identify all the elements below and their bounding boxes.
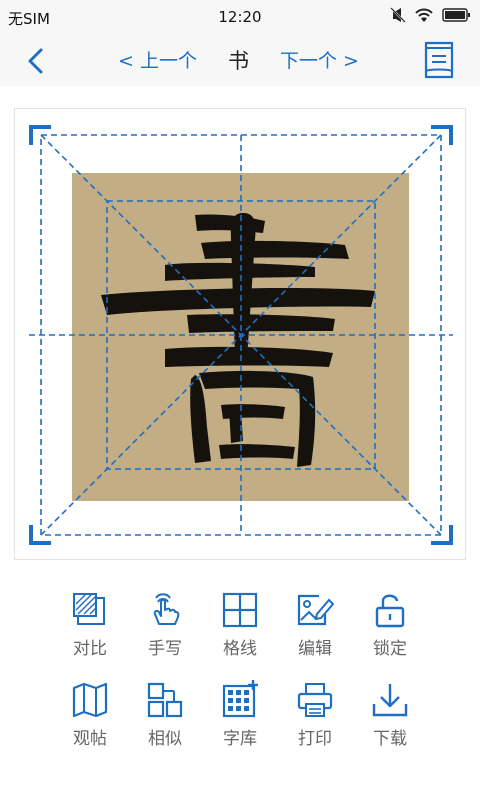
status-icons bbox=[390, 7, 472, 23]
lock-button[interactable]: 锁定 bbox=[358, 590, 422, 659]
view-copybook-button[interactable]: 观帖 bbox=[58, 680, 122, 749]
gridline-label: 格线 bbox=[223, 639, 257, 659]
similar-icon bbox=[147, 682, 183, 718]
download-icon bbox=[372, 684, 408, 717]
lock-icon bbox=[375, 594, 405, 628]
status-bar: 无SIM 12:20 bbox=[0, 0, 480, 34]
character-title: 书 bbox=[228, 49, 249, 73]
char-library-icon bbox=[222, 680, 258, 718]
prev-button[interactable]: < 上一个 bbox=[118, 46, 197, 73]
character-grid bbox=[29, 125, 453, 545]
compare-label: 对比 bbox=[73, 639, 107, 659]
battery-icon bbox=[442, 8, 470, 22]
map-icon bbox=[72, 682, 108, 718]
wifi-icon bbox=[415, 8, 433, 22]
back-icon[interactable] bbox=[20, 44, 54, 78]
char-library-button[interactable]: 字库 bbox=[208, 680, 272, 749]
copybook-icon[interactable] bbox=[422, 40, 456, 80]
edit-label: 编辑 bbox=[298, 639, 332, 659]
download-label: 下载 bbox=[373, 729, 407, 749]
compare-icon bbox=[73, 593, 105, 625]
vibrate-mute-icon bbox=[390, 7, 406, 23]
handwrite-label: 手写 bbox=[148, 639, 182, 659]
print-label: 打印 bbox=[298, 729, 332, 749]
view-copybook-label: 观帖 bbox=[73, 729, 107, 749]
grid-icon bbox=[222, 592, 258, 628]
compare-button[interactable]: 对比 bbox=[58, 590, 122, 659]
handwrite-button[interactable]: 手写 bbox=[133, 590, 197, 659]
calligraphy-canvas[interactable] bbox=[14, 108, 466, 560]
edit-button[interactable]: 编辑 bbox=[283, 590, 347, 659]
edit-image-icon bbox=[297, 594, 335, 626]
similar-button[interactable]: 相似 bbox=[133, 680, 197, 749]
nav-bar: < 上一个 书 下一个 > bbox=[0, 34, 480, 86]
print-button[interactable]: 打印 bbox=[283, 680, 347, 749]
lock-label: 锁定 bbox=[373, 639, 407, 659]
download-button[interactable]: 下载 bbox=[358, 680, 422, 749]
handwrite-icon bbox=[153, 593, 180, 625]
char-library-label: 字库 bbox=[223, 729, 257, 749]
printer-icon bbox=[297, 683, 333, 717]
next-button[interactable]: 下一个 > bbox=[280, 46, 359, 73]
gridline-button[interactable]: 格线 bbox=[208, 590, 272, 659]
similar-label: 相似 bbox=[148, 729, 182, 749]
